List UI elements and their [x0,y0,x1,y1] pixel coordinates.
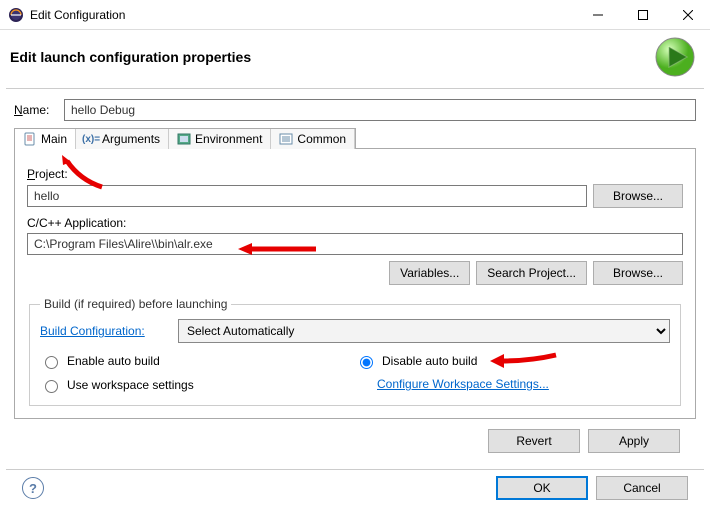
maximize-button[interactable] [620,0,665,29]
help-button[interactable]: ? [22,477,44,499]
browse-project-button[interactable]: Browse... [593,184,683,208]
tab-strip: Main (x)= Arguments Environment Common [14,128,356,149]
apply-button[interactable]: Apply [588,429,680,453]
build-configuration-select[interactable]: Select Automatically [178,319,670,343]
arguments-icon: (x)= [84,132,98,146]
search-project-button[interactable]: Search Project... [476,261,587,285]
common-icon [279,132,293,146]
configure-workspace-settings-link[interactable]: Configure Workspace Settings... [377,377,670,391]
tab-common[interactable]: Common [271,129,355,149]
header-title: Edit launch configuration properties [10,49,654,65]
environment-icon [177,132,191,146]
cancel-button[interactable]: Cancel [596,476,688,500]
application-label: C/C++ Application: [27,216,683,230]
radio-use-workspace-settings[interactable]: Use workspace settings [40,377,355,393]
browse-application-button[interactable]: Browse... [593,261,683,285]
window-title: Edit Configuration [30,8,575,22]
tab-arguments[interactable]: (x)= Arguments [76,129,169,149]
project-input[interactable] [27,185,587,207]
dialog-header: Edit launch configuration properties [0,30,710,88]
minimize-button[interactable] [575,0,620,29]
file-icon [23,132,37,146]
radio-enable-auto-build[interactable]: Enable auto build [40,353,355,369]
run-icon [654,36,696,78]
project-label: Project: [27,167,683,181]
tab-common-label: Common [297,132,346,146]
eclipse-icon [8,7,24,23]
tab-environment-label: Environment [195,132,262,146]
variables-button[interactable]: Variables... [389,261,470,285]
close-button[interactable] [665,0,710,29]
name-row: Name: [14,99,696,121]
build-configuration-link[interactable]: Build Configuration: [40,324,170,338]
build-group: Build (if required) before launching Bui… [29,297,681,406]
revert-button[interactable]: Revert [488,429,580,453]
ok-button[interactable]: OK [496,476,588,500]
tab-main-label: Main [41,132,67,146]
title-bar: Edit Configuration [0,0,710,30]
build-group-legend: Build (if required) before launching [40,297,231,311]
tab-environment[interactable]: Environment [169,129,271,149]
tab-arguments-label: Arguments [102,132,160,146]
tab-main[interactable]: Main [15,129,76,149]
name-input[interactable] [64,99,696,121]
tab-panel-main: Project: Browse... C/C++ Application: Va… [14,148,696,419]
name-label: Name: [14,103,58,117]
application-input[interactable] [27,233,683,255]
radio-disable-auto-build[interactable]: Disable auto build [355,353,670,369]
